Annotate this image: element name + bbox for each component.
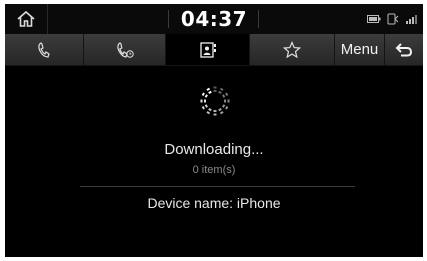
spinner-segment bbox=[218, 108, 224, 115]
battery-icon bbox=[367, 15, 381, 23]
tab-favorites[interactable] bbox=[250, 34, 335, 65]
menu-label: Menu bbox=[340, 41, 379, 58]
tab-recent-calls[interactable] bbox=[84, 34, 166, 65]
menu-button[interactable]: Menu bbox=[335, 34, 385, 65]
loading-spinner-icon bbox=[198, 84, 232, 118]
phone-call-icon bbox=[38, 41, 50, 58]
spinner-segment bbox=[206, 87, 212, 94]
phone-app-screen: 04:37 Menu Downloading... 0 item(s) Devi… bbox=[5, 4, 423, 257]
item-count: 0 item(s) bbox=[192, 164, 236, 176]
back-arrow-icon bbox=[395, 42, 413, 56]
contacts-icon bbox=[199, 41, 216, 58]
status-bar: 04:37 bbox=[5, 4, 423, 34]
tab-bar: Menu bbox=[5, 34, 423, 66]
spinner-segment bbox=[222, 92, 229, 98]
spinner-segment bbox=[206, 108, 212, 115]
recent-calls-icon bbox=[116, 41, 134, 58]
clock: 04:37 bbox=[180, 7, 248, 31]
spinner-segment bbox=[218, 87, 224, 94]
tab-call[interactable] bbox=[5, 34, 84, 65]
favorites-star-icon bbox=[283, 40, 301, 58]
spinner-segment bbox=[201, 92, 208, 98]
tab-contacts[interactable] bbox=[166, 34, 250, 65]
status-divider-right bbox=[258, 10, 259, 28]
status-icons bbox=[367, 4, 419, 34]
device-name: Device name: iPhone bbox=[147, 195, 281, 211]
spinner-segment bbox=[222, 104, 229, 110]
back-button[interactable] bbox=[385, 34, 423, 65]
spinner-segment bbox=[201, 104, 208, 110]
divider bbox=[80, 186, 355, 187]
download-status-text: Downloading... bbox=[164, 141, 264, 158]
phone-connected-icon bbox=[387, 13, 399, 25]
signal-icon bbox=[406, 15, 417, 24]
